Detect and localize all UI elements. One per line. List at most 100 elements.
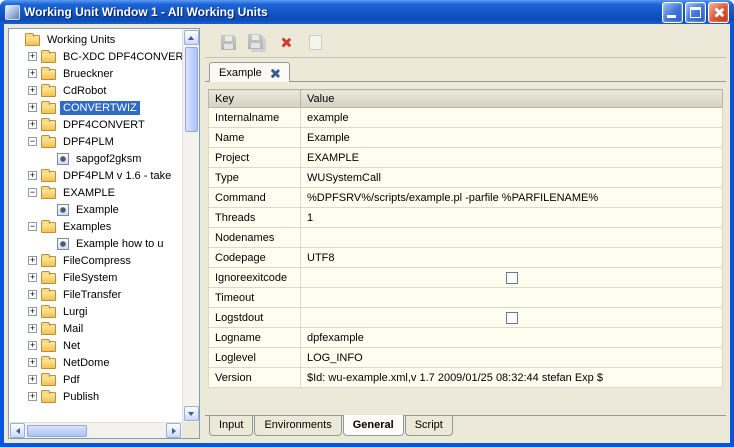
tree-item-label: FileSystem — [63, 271, 118, 284]
table-row-logname: Logname dpfexample — [208, 327, 723, 348]
tree-item-example[interactable]: − EXAMPLE — [9, 184, 182, 201]
checkbox-ignoreexitcode[interactable] — [505, 271, 518, 284]
tab-environments[interactable]: Environments — [254, 416, 342, 436]
tab-input[interactable]: Input — [209, 416, 254, 436]
value-cell[interactable]: UTF8 — [300, 247, 723, 268]
tree-item-publish[interactable]: + Publish — [9, 388, 182, 405]
save-button[interactable] — [217, 32, 239, 54]
tab-general[interactable]: General — [342, 415, 404, 436]
value-cell[interactable]: LOG_INFO — [300, 347, 723, 368]
value-cell[interactable] — [300, 227, 723, 248]
expand-icon[interactable]: + — [28, 52, 37, 61]
arrow-right-icon — [171, 427, 176, 434]
delete-button[interactable] — [275, 32, 297, 54]
detail-panel: Example Key Value Internalname example Nam… — [205, 28, 726, 439]
expand-icon[interactable]: + — [28, 273, 37, 282]
scroll-right-button[interactable] — [166, 423, 181, 438]
value-cell[interactable]: dpfexample — [300, 327, 723, 348]
window-controls — [662, 1, 729, 23]
titlebar[interactable]: Working Unit Window 1 - All Working Unit… — [0, 0, 734, 24]
tree-item-filecompress[interactable]: + FileCompress — [9, 252, 182, 269]
value-cell[interactable]: $Id: wu-example.xml,v 1.7 2009/01/25 08:… — [300, 367, 723, 388]
expand-icon[interactable]: + — [28, 86, 37, 95]
value-cell[interactable] — [300, 287, 723, 308]
tree-item-brueckner[interactable]: + Brueckner — [9, 65, 182, 82]
tree-item-label: CONVERTWIZ — [60, 100, 140, 115]
checkbox-logstdout[interactable] — [505, 311, 518, 324]
tree-item-bc-xdc-dpf4convert[interactable]: + BC-XDC DPF4CONVERT — [9, 48, 182, 65]
value-cell[interactable]: Example — [300, 127, 723, 148]
tab-script[interactable]: Script — [404, 416, 453, 436]
tree-item-filesystem[interactable]: + FileSystem — [9, 269, 182, 286]
maximize-button[interactable] — [685, 1, 706, 23]
value-cell[interactable] — [300, 267, 723, 288]
expand-icon[interactable]: + — [28, 375, 37, 384]
tree-item-pdf[interactable]: + Pdf — [9, 371, 182, 388]
expand-icon[interactable]: + — [28, 120, 37, 129]
tree-item-net[interactable]: + Net — [9, 337, 182, 354]
expand-icon[interactable]: + — [28, 69, 37, 78]
tree-item-cdrobot[interactable]: + CdRobot — [9, 82, 182, 99]
close-button[interactable] — [708, 1, 729, 23]
tree-item-example[interactable]: Example — [9, 201, 182, 218]
value-cell[interactable]: %DPFSRV%/scripts/example.pl -parfile %PA… — [300, 187, 723, 208]
expand-icon[interactable]: + — [28, 341, 37, 350]
tree-item-dpf4plm[interactable]: − DPF4PLM — [9, 133, 182, 150]
scrollbar-thumb[interactable] — [184, 47, 198, 132]
tree-item-dpf4plm-v-1-6-take[interactable]: + DPF4PLM v 1.6 - take — [9, 167, 182, 184]
application-window: Working Unit Window 1 - All Working Unit… — [0, 0, 734, 447]
expand-icon[interactable]: + — [28, 358, 37, 367]
expand-icon[interactable]: + — [28, 324, 37, 333]
scroll-left-button[interactable] — [10, 423, 25, 438]
scrollbar-thumb-horizontal[interactable] — [27, 424, 87, 437]
tree-item-netdome[interactable]: + NetDome — [9, 354, 182, 371]
save-all-button[interactable] — [246, 32, 268, 54]
tree-item-label: Examples — [63, 220, 112, 233]
value-cell[interactable]: 1 — [300, 207, 723, 228]
tree-vertical-scrollbar[interactable] — [182, 29, 199, 422]
value-cell[interactable] — [300, 307, 723, 328]
expand-icon[interactable]: + — [28, 171, 37, 180]
tab-close-icon[interactable] — [269, 68, 279, 78]
tab-example[interactable]: Example — [209, 62, 290, 82]
save-icon — [220, 35, 236, 50]
tree-horizontal-scrollbar[interactable] — [9, 422, 182, 438]
expand-icon[interactable]: + — [28, 256, 37, 265]
value-cell[interactable]: example — [300, 107, 723, 128]
close-icon — [713, 7, 724, 18]
tree-item-example-how-to-u[interactable]: Example how to u — [9, 235, 182, 252]
value-cell[interactable]: EXAMPLE — [300, 147, 723, 168]
collapse-icon[interactable]: − — [28, 222, 37, 231]
scroll-up-button[interactable] — [183, 30, 199, 45]
tree-item-dpf4convert[interactable]: + DPF4CONVERT — [9, 116, 182, 133]
expand-icon[interactable]: + — [28, 290, 37, 299]
minimize-button[interactable] — [662, 1, 683, 23]
tree-item-mail[interactable]: + Mail — [9, 320, 182, 337]
tree-item-lurgi[interactable]: + Lurgi — [9, 303, 182, 320]
folder-icon — [41, 339, 56, 352]
properties-area: Key Value Internalname example Name Example… — [205, 82, 726, 415]
tree-item-label: CdRobot — [63, 84, 107, 97]
tree-item-label: Example — [76, 203, 119, 216]
tree-item-convertwiz[interactable]: + CONVERTWIZ — [9, 99, 182, 116]
table-row-internalname: Internalname example — [208, 107, 723, 128]
column-header-value[interactable]: Value — [300, 89, 723, 108]
new-button[interactable] — [304, 32, 326, 54]
tree-item-label: Working Units — [47, 33, 116, 46]
column-header-key[interactable]: Key — [208, 89, 301, 108]
tree-item-label: Pdf — [63, 373, 80, 386]
folder-icon — [25, 33, 40, 46]
expand-icon[interactable]: + — [28, 307, 37, 316]
tree-item-examples[interactable]: − Examples — [9, 218, 182, 235]
expand-icon[interactable]: + — [28, 103, 37, 112]
tree-item-filetransfer[interactable]: + FileTransfer — [9, 286, 182, 303]
value-cell[interactable]: WUSystemCall — [300, 167, 723, 188]
tree-item-sapgof2gksm[interactable]: sapgof2gksm — [9, 150, 182, 167]
scroll-down-button[interactable] — [183, 406, 199, 421]
key-cell: Version — [208, 367, 301, 388]
collapse-icon[interactable]: − — [28, 137, 37, 146]
expand-icon[interactable]: + — [28, 392, 37, 401]
tree-item-working-units[interactable]: Working Units — [9, 31, 182, 48]
kv-table-body: Internalname example Name Example Project EXA… — [208, 107, 723, 388]
collapse-icon[interactable]: − — [28, 188, 37, 197]
